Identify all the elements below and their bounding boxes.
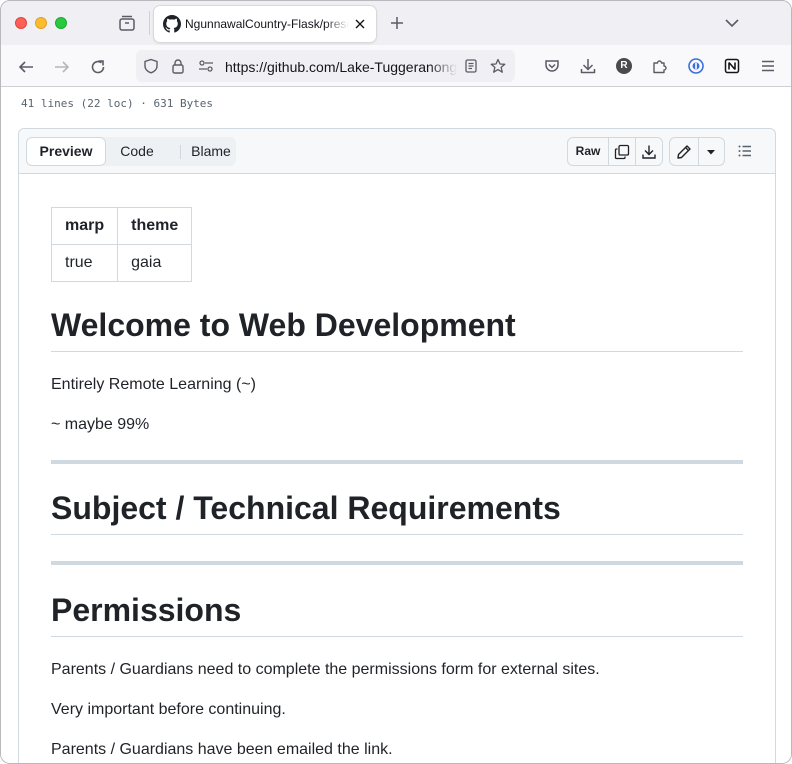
- tab-overview-icon[interactable]: [117, 13, 137, 33]
- view-mode-segmented-control: Preview Code Blame: [26, 137, 236, 166]
- file-viewer: Preview Code Blame Raw marp theme true g…: [18, 128, 776, 763]
- bookmark-star-icon[interactable]: [490, 58, 506, 74]
- reload-icon[interactable]: [89, 58, 107, 76]
- edit-file-button[interactable]: [670, 138, 699, 165]
- github-file-page: 41 lines (22 loc) · 631 Bytes Preview Co…: [1, 88, 791, 763]
- zoom-window-button[interactable]: [55, 17, 67, 29]
- file-info: 41 lines (22 loc) · 631 Bytes: [21, 97, 214, 110]
- tab-code[interactable]: Code: [108, 137, 166, 166]
- minimize-window-button[interactable]: [35, 17, 47, 29]
- new-tab-icon[interactable]: [389, 15, 405, 31]
- forward-arrow-icon[interactable]: [53, 58, 71, 76]
- table-row: true gaia: [50, 244, 193, 282]
- edit-button-group: [669, 137, 725, 166]
- edit-options-dropdown[interactable]: [699, 138, 724, 165]
- front-matter-table: marp theme true gaia: [50, 207, 193, 282]
- symbols-list-icon[interactable]: [737, 143, 753, 159]
- paragraph: Parents / Guardians have been emailed th…: [51, 741, 393, 758]
- raw-button[interactable]: Raw: [568, 138, 609, 165]
- copy-icon: [614, 144, 630, 160]
- url-text[interactable]: https://github.com/Lake-Tuggeranong/Ngun…: [225, 59, 457, 75]
- extensions-puzzle-icon[interactable]: [651, 57, 669, 75]
- close-window-button[interactable]: [15, 17, 27, 29]
- paragraph: ~ maybe 99%: [51, 416, 150, 433]
- back-arrow-icon[interactable]: [17, 58, 35, 76]
- table-header-row: marp theme: [50, 207, 193, 245]
- address-bar[interactable]: https://github.com/Lake-Tuggeranong/Ngun…: [136, 50, 515, 82]
- file-viewer-header: Preview Code Blame Raw: [19, 129, 775, 174]
- tab-blame[interactable]: Blame: [182, 137, 240, 166]
- hamburger-menu-icon[interactable]: [759, 57, 777, 75]
- browser-window: NgunnawalCountry-Flask/presentation: [0, 0, 792, 764]
- notion-icon[interactable]: [723, 57, 741, 75]
- heading-permissions: Permissions: [51, 590, 743, 637]
- lock-icon[interactable]: [170, 58, 186, 74]
- browser-tab-active[interactable]: NgunnawalCountry-Flask/presentation: [154, 6, 376, 42]
- list-all-tabs-chevron-icon[interactable]: [724, 16, 740, 30]
- heading-welcome: Welcome to Web Development: [51, 305, 743, 352]
- raw-copy-download-group: Raw: [567, 137, 663, 166]
- triangle-down-icon: [707, 150, 715, 155]
- pocket-icon[interactable]: [543, 57, 561, 75]
- table-header-cell: theme: [117, 207, 193, 245]
- segment-divider: [180, 145, 181, 159]
- github-icon: [163, 15, 181, 33]
- paragraph: Very important before continuing.: [51, 701, 286, 718]
- navigation-toolbar: https://github.com/Lake-Tuggeranong/Ngun…: [1, 45, 791, 87]
- site-permissions-icon[interactable]: [198, 58, 214, 74]
- profile-avatar[interactable]: R: [616, 58, 632, 74]
- paragraph: Entirely Remote Learning (~): [51, 376, 256, 393]
- tab-separator: [149, 11, 150, 35]
- table-cell: gaia: [117, 244, 193, 282]
- paragraph: Parents / Guardians need to complete the…: [51, 661, 600, 678]
- download-raw-button[interactable]: [636, 138, 662, 165]
- reader-view-icon[interactable]: [463, 58, 479, 74]
- horizontal-rule: [51, 460, 743, 464]
- downloads-icon[interactable]: [579, 57, 597, 75]
- copy-raw-button[interactable]: [609, 138, 636, 165]
- tab-preview[interactable]: Preview: [26, 137, 106, 166]
- tab-bar: NgunnawalCountry-Flask/presentation: [1, 1, 791, 45]
- raw-button-label: Raw: [575, 144, 601, 158]
- extension-info-icon[interactable]: [687, 57, 705, 75]
- shield-icon[interactable]: [143, 58, 159, 74]
- table-cell: true: [50, 244, 119, 282]
- table-header-cell: marp: [50, 207, 119, 245]
- pencil-icon: [677, 145, 691, 159]
- horizontal-rule: [51, 561, 743, 565]
- heading-subject-requirements: Subject / Technical Requirements: [51, 488, 743, 535]
- close-tab-icon[interactable]: [352, 16, 368, 32]
- tab-title: NgunnawalCountry-Flask/presentation: [185, 17, 349, 31]
- download-icon: [642, 145, 656, 159]
